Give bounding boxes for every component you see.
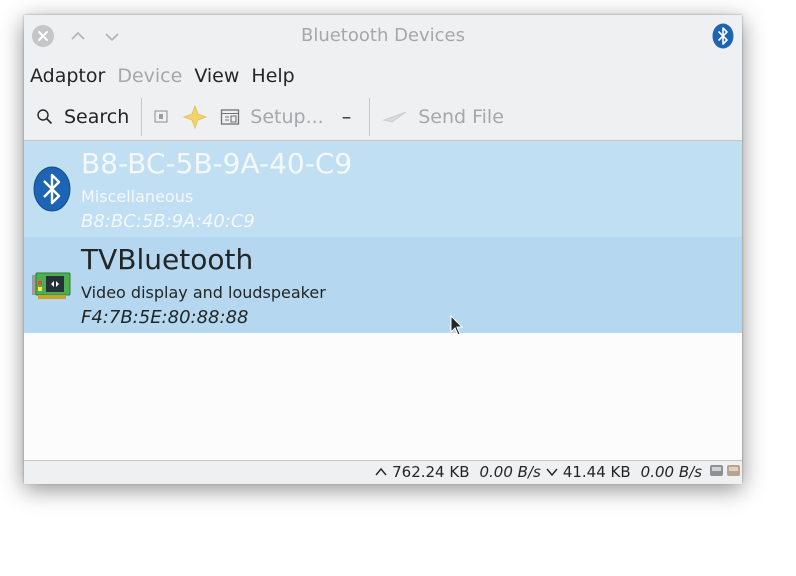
toolbar: Search Setup... – Send File	[24, 97, 742, 137]
window-setup-icon	[221, 109, 240, 125]
upload-arrow-icon	[375, 467, 387, 476]
bluetooth-icon	[33, 166, 71, 212]
video-card-icon	[32, 272, 71, 299]
device-name: B8-BC-5B-9A-40-C9	[81, 147, 353, 180]
device-list[interactable]: B8-BC-5B-9A-40-C9 Miscellaneous B8:BC:5B…	[24, 140, 742, 461]
device-type: Video display and loudspeaker	[81, 283, 326, 302]
download-total: 41.44 KB	[562, 463, 631, 481]
menu-help[interactable]: Help	[245, 65, 300, 87]
status-icons	[709, 463, 741, 478]
send-file-label: Send File	[418, 106, 504, 128]
adapter-status-icon	[709, 463, 724, 478]
title-bar[interactable]: Bluetooth Devices	[24, 15, 742, 57]
search-button[interactable]: Search	[24, 99, 135, 135]
favourite-button[interactable]	[176, 99, 214, 135]
device-row[interactable]: B8-BC-5B-9A-40-C9 Miscellaneous B8:BC:5B…	[24, 141, 742, 237]
toolbar-separator	[141, 98, 143, 136]
search-icon	[37, 109, 53, 125]
device-address: F4:7B:5E:80:88:88	[81, 307, 249, 328]
setup-label: Setup...	[250, 106, 324, 128]
padlock-icon	[154, 110, 168, 123]
upload-rate: 0.00 B/s	[479, 463, 541, 481]
bluetooth-icon	[712, 23, 734, 49]
menu-device[interactable]: Device	[111, 65, 188, 87]
star-icon	[183, 104, 208, 130]
mouse-cursor-icon	[450, 315, 464, 336]
window-title: Bluetooth Devices	[300, 25, 466, 46]
device-name: TVBluetooth	[81, 243, 254, 276]
status-bar: 762.24 KB 0.00 B/s 41.44 KB 0.00 B/s	[24, 460, 742, 484]
upload-total: 762.24 KB	[392, 463, 470, 481]
toolbar-separator-2	[369, 98, 371, 136]
transfer-stats: 762.24 KB 0.00 B/s 41.44 KB 0.00 B/s	[374, 463, 702, 481]
menu-view[interactable]: View	[188, 65, 245, 87]
setup-button[interactable]: Setup...	[214, 99, 329, 135]
device-address: B8:BC:5B:9A:40:C9	[81, 211, 255, 232]
bluetooth-devices-window: Bluetooth Devices Adaptor Device View He…	[24, 15, 742, 484]
menu-bar: Adaptor Device View Help	[24, 61, 742, 91]
download-rate: 0.00 B/s	[640, 463, 702, 481]
remove-button[interactable]: –	[330, 99, 364, 135]
device-row[interactable]: TVBluetooth Video display and loudspeake…	[24, 237, 742, 333]
menu-adaptor[interactable]: Adaptor	[24, 65, 111, 87]
device-type: Miscellaneous	[81, 187, 194, 206]
trust-button[interactable]	[148, 99, 176, 135]
send-file-button[interactable]: Send File	[376, 99, 510, 135]
paper-plane-icon	[382, 111, 407, 123]
search-label: Search	[64, 106, 130, 128]
network-status-icon	[726, 463, 741, 478]
download-arrow-icon	[546, 468, 558, 477]
remove-label: –	[341, 106, 352, 128]
